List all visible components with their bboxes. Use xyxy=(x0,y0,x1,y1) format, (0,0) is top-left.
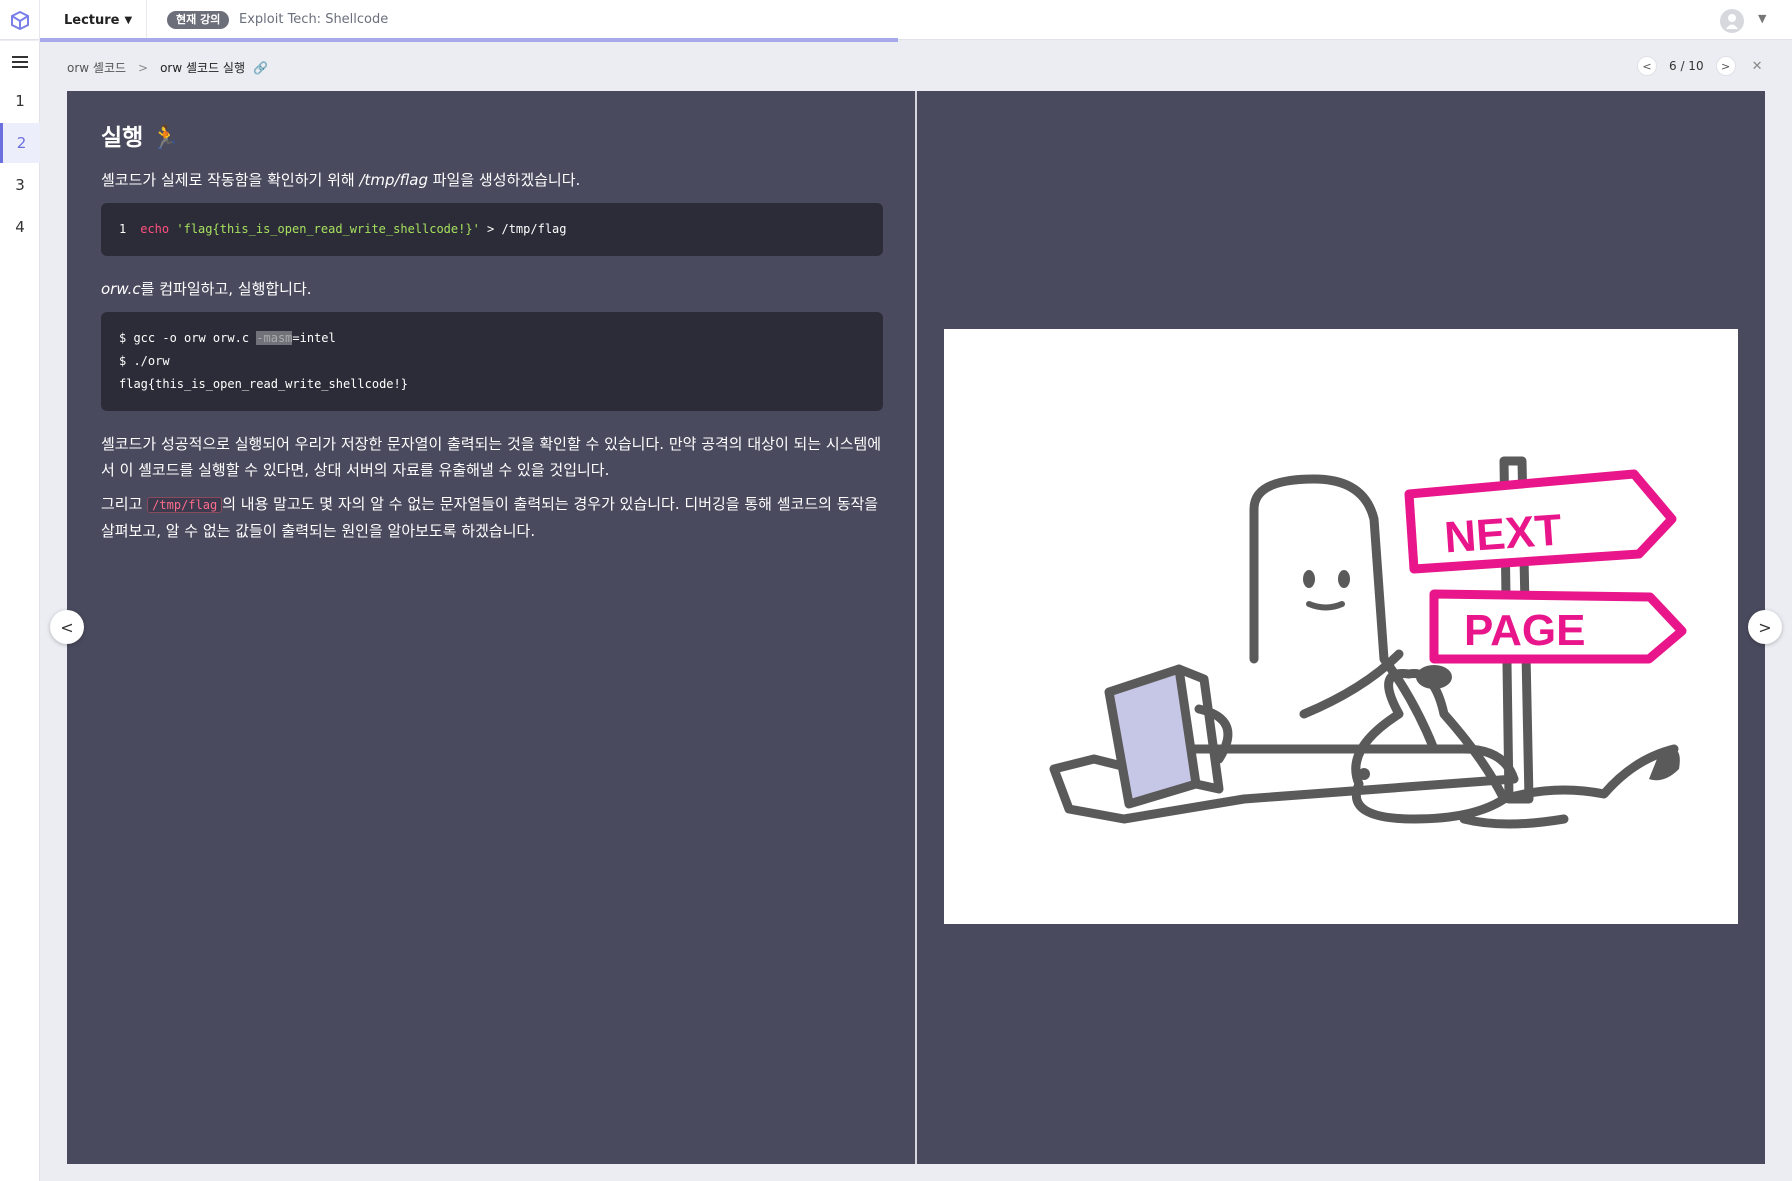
code-line-1b: =intel xyxy=(292,331,336,345)
step-item-2[interactable]: 2 xyxy=(0,123,40,163)
p2-file: orw.c xyxy=(101,280,141,298)
lecture-menu-button[interactable]: Lecture ▼ xyxy=(40,0,147,40)
line-number: 1 xyxy=(119,222,127,236)
step-sidebar: 1 2 3 4 xyxy=(0,41,40,1181)
next-slide-arrow-icon[interactable]: > xyxy=(1748,610,1782,644)
p4-text: 그리고 xyxy=(101,495,148,513)
p2-text: 를 컴파일하고, 실행합니다. xyxy=(140,280,312,298)
page-indicator: 6 / 10 xyxy=(1669,59,1704,73)
slide-content: 실행 🏃 셸코드가 실제로 작동함을 확인하기 위해 /tmp/flag 파일을… xyxy=(101,121,883,552)
close-icon[interactable]: ✕ xyxy=(1752,59,1763,74)
code-highlight: -masm xyxy=(256,331,293,345)
code-string: 'flag{this_is_open_read_write_shellcode!… xyxy=(176,222,480,236)
chevron-right-icon: > xyxy=(138,60,149,75)
lecture-progress-bar xyxy=(40,38,899,42)
step-item-3[interactable]: 3 xyxy=(0,165,40,205)
top-bar: Lecture ▼ 현재 강의 Exploit Tech: Shellcode … xyxy=(0,0,1792,40)
slide-heading-text: 실행 xyxy=(101,125,144,151)
running-emoji-icon: 🏃 xyxy=(151,125,180,151)
app-logo[interactable] xyxy=(0,0,40,40)
prev-page-button[interactable]: < xyxy=(1637,56,1657,76)
breadcrumb-current: orw 셸코드 실행 xyxy=(160,61,246,75)
paragraph-create-flag: 셸코드가 실제로 작동함을 확인하기 위해 /tmp/flag 파일을 생성하겠… xyxy=(101,167,883,193)
slide-divider xyxy=(915,91,917,1164)
current-lecture-badge: 현재 강의 xyxy=(167,11,230,29)
prev-slide-arrow-icon[interactable]: < xyxy=(50,610,84,644)
sign-page-text: PAGE xyxy=(1464,606,1585,655)
user-menu-chevron-icon[interactable]: ▼ xyxy=(1758,12,1766,25)
slide-heading: 실행 🏃 xyxy=(101,121,883,167)
user-avatar[interactable] xyxy=(1720,9,1744,33)
p1-text-after: 파일을 생성하겠습니다. xyxy=(427,171,581,189)
code-block-echo[interactable]: 1 echo 'flag{this_is_open_read_write_shel… xyxy=(101,203,883,256)
inline-code: /tmp/flag xyxy=(147,497,223,513)
code-line: flag{this_is_open_read_write_shellcode!} xyxy=(119,377,408,391)
code-line: $ gcc -o orw orw.c -masm=intel xyxy=(119,327,865,350)
user-icon xyxy=(1726,14,1738,29)
menu-icon[interactable] xyxy=(12,56,28,70)
dreamhack-logo-icon xyxy=(10,10,29,31)
p1-path: /tmp/flag xyxy=(359,171,428,189)
code-line: $ ./orw xyxy=(119,354,170,368)
step-item-1[interactable]: 1 xyxy=(0,81,40,121)
code-keyword: echo xyxy=(140,222,170,236)
code-line-1a: $ gcc -o orw orw.c xyxy=(119,331,257,345)
sign-next-text: NEXT xyxy=(1443,505,1564,562)
p1-text: 셸코드가 실제로 작동함을 확인하기 위해 xyxy=(101,171,360,189)
paragraph-debug: 그리고 /tmp/flag 의 내용 말고도 몇 자의 알 수 없는 문자열들이 … xyxy=(101,491,883,544)
chevron-down-icon: ▼ xyxy=(124,14,133,26)
code-rest: > /tmp/flag xyxy=(479,222,567,236)
slide-pager: < 6 / 10 > ✕ xyxy=(1637,56,1762,76)
slide-panel: 실행 🏃 셸코드가 실제로 작동함을 확인하기 위해 /tmp/flag 파일을… xyxy=(67,91,1765,1164)
lecture-label: Lecture xyxy=(64,12,120,28)
paragraph-compile: orw.c를 컴파일하고, 실행합니다. xyxy=(101,276,883,302)
next-page-button[interactable]: > xyxy=(1715,56,1736,76)
link-icon[interactable]: 🔗 xyxy=(253,61,268,75)
current-lecture-title: Exploit Tech: Shellcode xyxy=(239,12,389,27)
paragraph-result: 셸코드가 성공적으로 실행되어 우리가 저장한 문자열이 출력되는 것을 확인할… xyxy=(101,435,882,479)
illustration-svg: NEXT PAGE xyxy=(1049,456,1687,829)
step-item-4[interactable]: 4 xyxy=(0,207,40,247)
next-page-illustration: NEXT PAGE xyxy=(944,329,1738,924)
breadcrumb-parent[interactable]: orw 셸코드 xyxy=(67,59,126,76)
code-block-compile[interactable]: $ gcc -o orw orw.c -masm=intel $ ./orw f… xyxy=(101,312,883,411)
breadcrumb: orw 셸코드 > orw 셸코드 실행 🔗 xyxy=(67,59,268,76)
